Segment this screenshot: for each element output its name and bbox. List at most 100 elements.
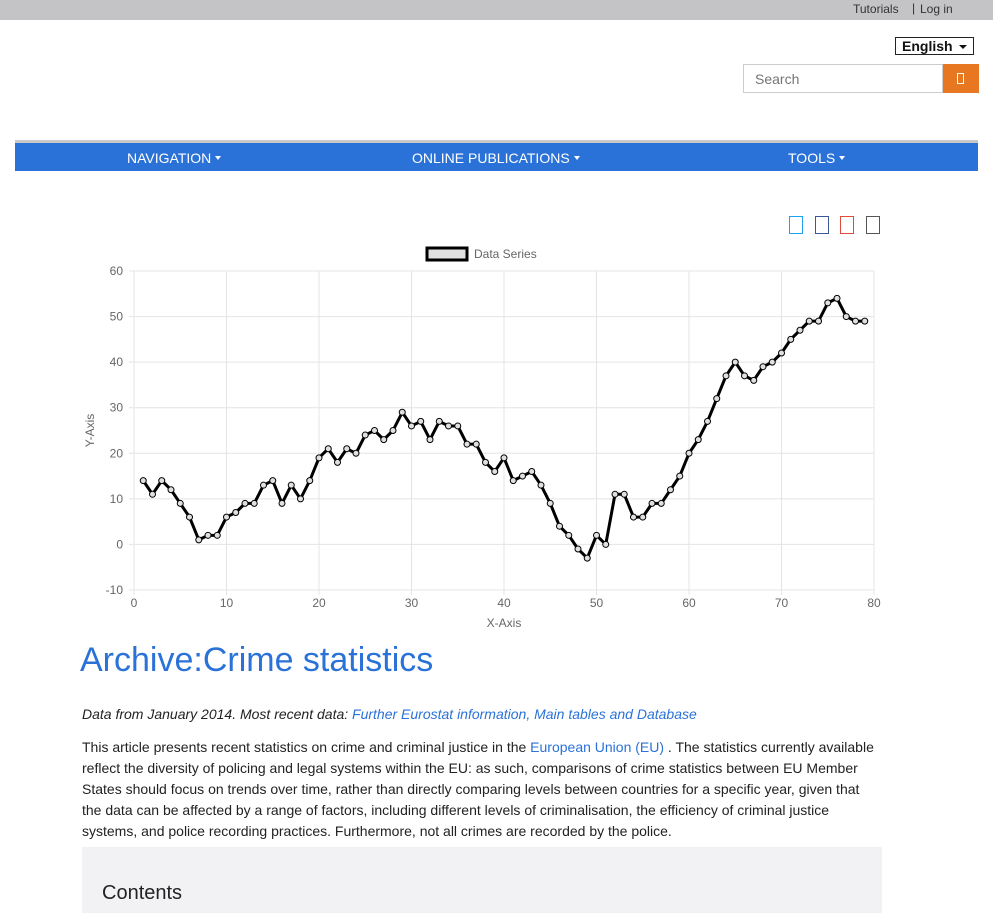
data-point	[667, 486, 674, 494]
y-tick-label: 40	[110, 355, 124, 369]
search-button[interactable]	[943, 64, 979, 93]
login-link[interactable]: Log in	[920, 2, 953, 16]
twitter-icon[interactable]	[789, 216, 803, 234]
data-point	[260, 481, 267, 489]
main-nav: NAVIGATION ONLINE PUBLICATIONS TOOLS	[15, 140, 978, 171]
data-point	[676, 472, 684, 480]
data-point	[778, 349, 785, 357]
data-point	[380, 436, 388, 444]
data-point	[500, 454, 508, 462]
x-tick-label: 20	[312, 596, 326, 610]
data-point	[241, 499, 249, 507]
data-point	[186, 513, 193, 521]
nav-item-online-publications[interactable]: ONLINE PUBLICATIONS	[412, 150, 580, 166]
data-point	[398, 408, 406, 416]
data-point	[334, 458, 341, 466]
data-point	[833, 294, 841, 302]
linkedin-icon[interactable]	[866, 216, 880, 234]
line-chart: 0 10 20 30 40 50 60 70 80 -10 0 10 20 30 40 50 60 X-Axis Y…	[83, 246, 881, 630]
data-point	[556, 522, 563, 530]
data-point	[454, 422, 462, 430]
data-point	[297, 495, 304, 503]
data-point	[158, 477, 166, 485]
y-tick-label: 10	[110, 492, 124, 506]
x-tick-label: 80	[867, 596, 881, 610]
facebook-icon[interactable]	[815, 216, 829, 234]
data-point	[491, 468, 499, 476]
data-point	[593, 531, 600, 539]
data-point	[759, 363, 767, 371]
data-point	[648, 499, 656, 507]
x-tick-label: 40	[497, 596, 511, 610]
legend-label: Data Series	[474, 247, 537, 261]
top-bar: Tutorials | Log in	[0, 0, 993, 20]
data-point	[657, 499, 665, 507]
y-tick-label: -10	[106, 583, 124, 597]
data-point	[685, 449, 693, 457]
data-point	[417, 417, 425, 425]
data-point	[639, 513, 647, 521]
y-tick-label: 0	[116, 537, 123, 551]
tutorials-link[interactable]: Tutorials	[853, 2, 899, 16]
data-point	[167, 486, 175, 494]
topbar-separator: |	[912, 1, 916, 15]
search-input[interactable]	[743, 64, 943, 93]
data-point	[731, 358, 739, 366]
data-point	[223, 513, 230, 521]
data-point	[426, 436, 434, 444]
data-point	[287, 481, 295, 489]
data-point	[574, 545, 582, 553]
data-point	[250, 499, 258, 507]
data-point	[842, 313, 850, 321]
data-point	[796, 326, 804, 334]
table-of-contents: Contents	[82, 847, 882, 913]
data-point	[482, 458, 489, 466]
nav-item-tools[interactable]: TOOLS	[788, 150, 846, 166]
chevron-down-icon	[573, 156, 580, 160]
data-point	[472, 440, 480, 448]
data-point	[176, 499, 184, 507]
y-axis-label: Y-Axis	[83, 414, 97, 448]
intro-paragraph: This article presents recent statistics …	[82, 739, 874, 839]
data-point	[343, 445, 351, 453]
y-tick-label: 30	[110, 401, 124, 415]
data-point	[805, 317, 813, 325]
data-point	[787, 335, 795, 343]
language-select[interactable]: English	[895, 37, 974, 55]
data-point	[361, 431, 369, 439]
data-point	[694, 436, 702, 444]
googleplus-icon[interactable]	[840, 216, 854, 234]
data-point	[509, 477, 517, 485]
language-selected: English	[902, 38, 953, 54]
x-tick-label: 70	[775, 596, 789, 610]
eu-link[interactable]: European Union (EU)	[530, 739, 664, 755]
toc-heading: Contents	[102, 882, 183, 904]
data-point	[630, 513, 637, 521]
data-point	[722, 372, 730, 380]
data-point	[269, 477, 277, 485]
data-point	[371, 427, 378, 434]
data-point	[519, 472, 526, 480]
data-point	[306, 477, 314, 485]
data-point	[611, 490, 619, 498]
data-point	[352, 449, 360, 457]
nav-item-navigation[interactable]: NAVIGATION	[127, 150, 222, 166]
x-axis-label: X-Axis	[487, 616, 522, 630]
x-tick-label: 60	[682, 596, 696, 610]
data-point	[750, 376, 758, 384]
data-point	[463, 440, 471, 448]
y-tick-label: 60	[110, 264, 124, 278]
data-point	[445, 422, 452, 430]
eurostat-info-link[interactable]: Further Eurostat information, Main table…	[352, 706, 697, 722]
data-point	[852, 317, 859, 325]
data-point	[602, 540, 610, 548]
x-tick-label: 0	[131, 596, 138, 610]
chevron-down-icon	[839, 156, 846, 160]
data-point	[195, 536, 203, 544]
search-icon	[957, 73, 964, 84]
data-point	[768, 358, 776, 366]
data-point	[824, 299, 832, 307]
page-title: Archive:Crime statistics	[80, 641, 434, 679]
data-point	[583, 554, 591, 562]
data-point	[620, 490, 628, 498]
